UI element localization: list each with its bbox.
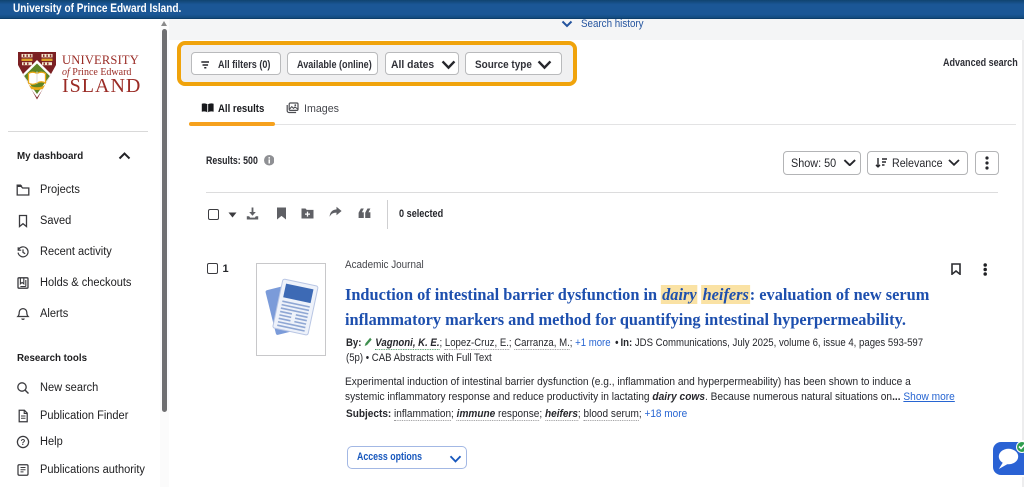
svg-text:UNIVERSITY: UNIVERSITY xyxy=(62,53,139,67)
svg-text:ISLAND: ISLAND xyxy=(62,75,141,97)
svg-text:?: ? xyxy=(21,438,26,447)
